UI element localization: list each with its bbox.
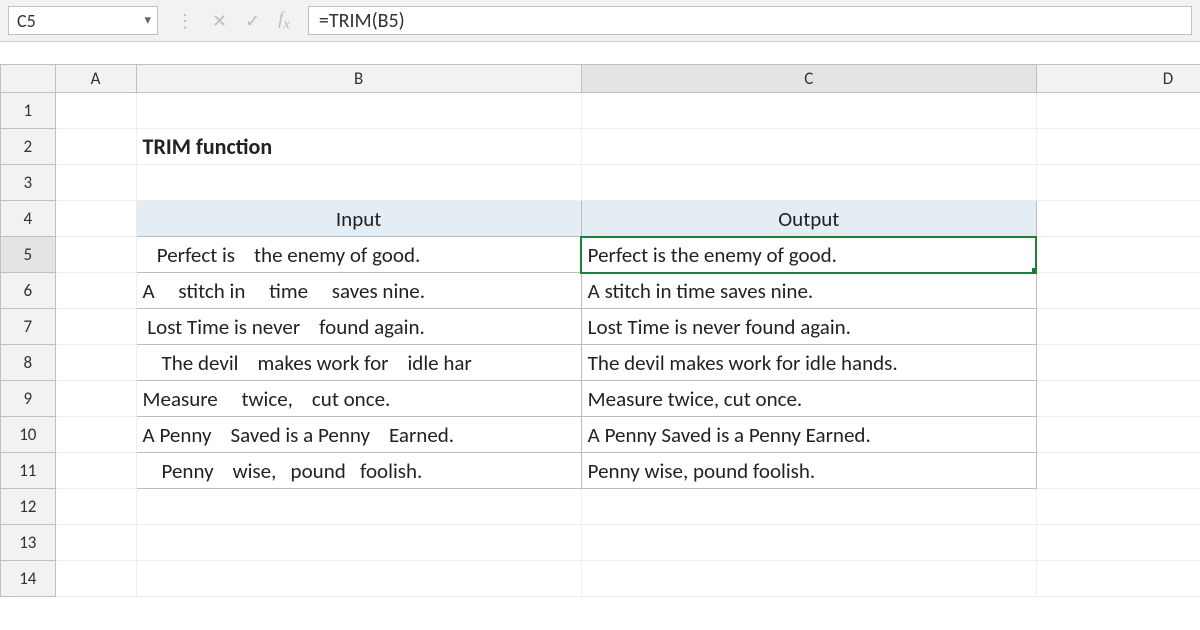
cell-output[interactable]: A Penny Saved is a Penny Earned. [581, 417, 1036, 453]
row-header-5[interactable]: 5 [1, 237, 56, 273]
cell[interactable] [55, 453, 136, 489]
cell[interactable] [55, 273, 136, 309]
cell[interactable] [55, 93, 136, 129]
cell-input[interactable]: Measure twice, cut once. [136, 381, 581, 417]
table-header-input[interactable]: Input [136, 201, 581, 237]
cell-output[interactable]: The devil makes work for idle hands. [581, 345, 1036, 381]
row-header-1[interactable]: 1 [1, 93, 56, 129]
cell[interactable] [55, 309, 136, 345]
row-header-14[interactable]: 14 [1, 561, 56, 597]
cell-output[interactable]: A stitch in time saves nine. [581, 273, 1036, 309]
select-all-corner[interactable] [1, 65, 56, 93]
row-header-10[interactable]: 10 [1, 417, 56, 453]
cell-output[interactable]: Measure twice, cut once. [581, 381, 1036, 417]
fx-icon[interactable]: fx [278, 8, 290, 34]
cell[interactable] [1036, 237, 1200, 273]
cell[interactable] [1036, 129, 1200, 165]
cell-input[interactable]: A stitch in time saves nine. [136, 273, 581, 309]
row-header-4[interactable]: 4 [1, 201, 56, 237]
cell[interactable] [581, 561, 1036, 597]
row-header-13[interactable]: 13 [1, 525, 56, 561]
cell[interactable] [1036, 489, 1200, 525]
formula-input[interactable]: =TRIM(B5) [308, 6, 1192, 35]
page-title[interactable]: TRIM function [136, 129, 581, 165]
cell[interactable] [55, 489, 136, 525]
col-header-B[interactable]: B [136, 65, 581, 93]
cell[interactable] [136, 561, 581, 597]
formula-bar-row: C5 ▾ ⋮ ✕ ✓ fx =TRIM(B5) [0, 0, 1200, 42]
name-box[interactable]: C5 ▾ [8, 6, 158, 35]
cell[interactable] [55, 165, 136, 201]
row-header-11[interactable]: 11 [1, 453, 56, 489]
cell[interactable] [1036, 381, 1200, 417]
row-header-3[interactable]: 3 [1, 165, 56, 201]
cell-input[interactable]: Lost Time is never found again. [136, 309, 581, 345]
cell[interactable] [1036, 273, 1200, 309]
enter-icon[interactable]: ✓ [245, 10, 260, 32]
cell-output[interactable]: Penny wise, pound foolish. [581, 453, 1036, 489]
spreadsheet-grid[interactable]: A B C D 1 2 TRIM function 3 4 [0, 64, 1200, 630]
formula-text: =TRIM(B5) [319, 9, 405, 33]
row-header-6[interactable]: 6 [1, 273, 56, 309]
row-header-12[interactable]: 12 [1, 489, 56, 525]
row-header-7[interactable]: 7 [1, 309, 56, 345]
cell[interactable] [55, 561, 136, 597]
cell[interactable] [1036, 201, 1200, 237]
cell-input[interactable]: Perfect is the enemy of good. [136, 237, 581, 273]
cell[interactable] [55, 417, 136, 453]
row-header-8[interactable]: 8 [1, 345, 56, 381]
name-box-value: C5 [17, 10, 36, 32]
cell[interactable] [55, 201, 136, 237]
cell[interactable] [1036, 561, 1200, 597]
col-header-D[interactable]: D [1036, 65, 1200, 93]
cell[interactable] [55, 381, 136, 417]
table-header-output[interactable]: Output [581, 201, 1036, 237]
cell[interactable] [55, 237, 136, 273]
cell[interactable] [581, 129, 1036, 165]
cancel-icon[interactable]: ✕ [212, 10, 227, 32]
row-header-2[interactable]: 2 [1, 129, 56, 165]
cell-input[interactable]: Penny wise, pound foolish. [136, 453, 581, 489]
cell[interactable] [136, 165, 581, 201]
cell[interactable] [1036, 309, 1200, 345]
cell[interactable] [581, 93, 1036, 129]
cell[interactable] [1036, 525, 1200, 561]
row-header-9[interactable]: 9 [1, 381, 56, 417]
cell-input[interactable]: A Penny Saved is a Penny Earned. [136, 417, 581, 453]
cell[interactable] [581, 525, 1036, 561]
cell[interactable] [55, 129, 136, 165]
col-header-A[interactable]: A [55, 65, 136, 93]
toolbar-spacer [0, 42, 1200, 64]
cell[interactable] [55, 345, 136, 381]
cell[interactable] [1036, 417, 1200, 453]
cell[interactable] [136, 93, 581, 129]
formula-bar-buttons: ⋮ ✕ ✓ fx [166, 6, 300, 35]
cell[interactable] [55, 525, 136, 561]
column-header-row: A B C D [1, 65, 1200, 93]
cell[interactable] [136, 525, 581, 561]
cell[interactable] [1036, 165, 1200, 201]
cell[interactable] [1036, 93, 1200, 129]
cell[interactable] [136, 489, 581, 525]
cell[interactable] [581, 165, 1036, 201]
cell-input[interactable]: The devil makes work for idle har [136, 345, 581, 381]
cell-output-selected[interactable]: Perfect is the enemy of good. [581, 237, 1036, 273]
name-box-dropdown-icon[interactable]: ▾ [144, 13, 151, 28]
dots-icon: ⋮ [176, 10, 194, 32]
cell[interactable] [1036, 345, 1200, 381]
cell[interactable] [581, 489, 1036, 525]
cell-output[interactable]: Lost Time is never found again. [581, 309, 1036, 345]
col-header-C[interactable]: C [581, 65, 1036, 93]
cell[interactable] [1036, 453, 1200, 489]
